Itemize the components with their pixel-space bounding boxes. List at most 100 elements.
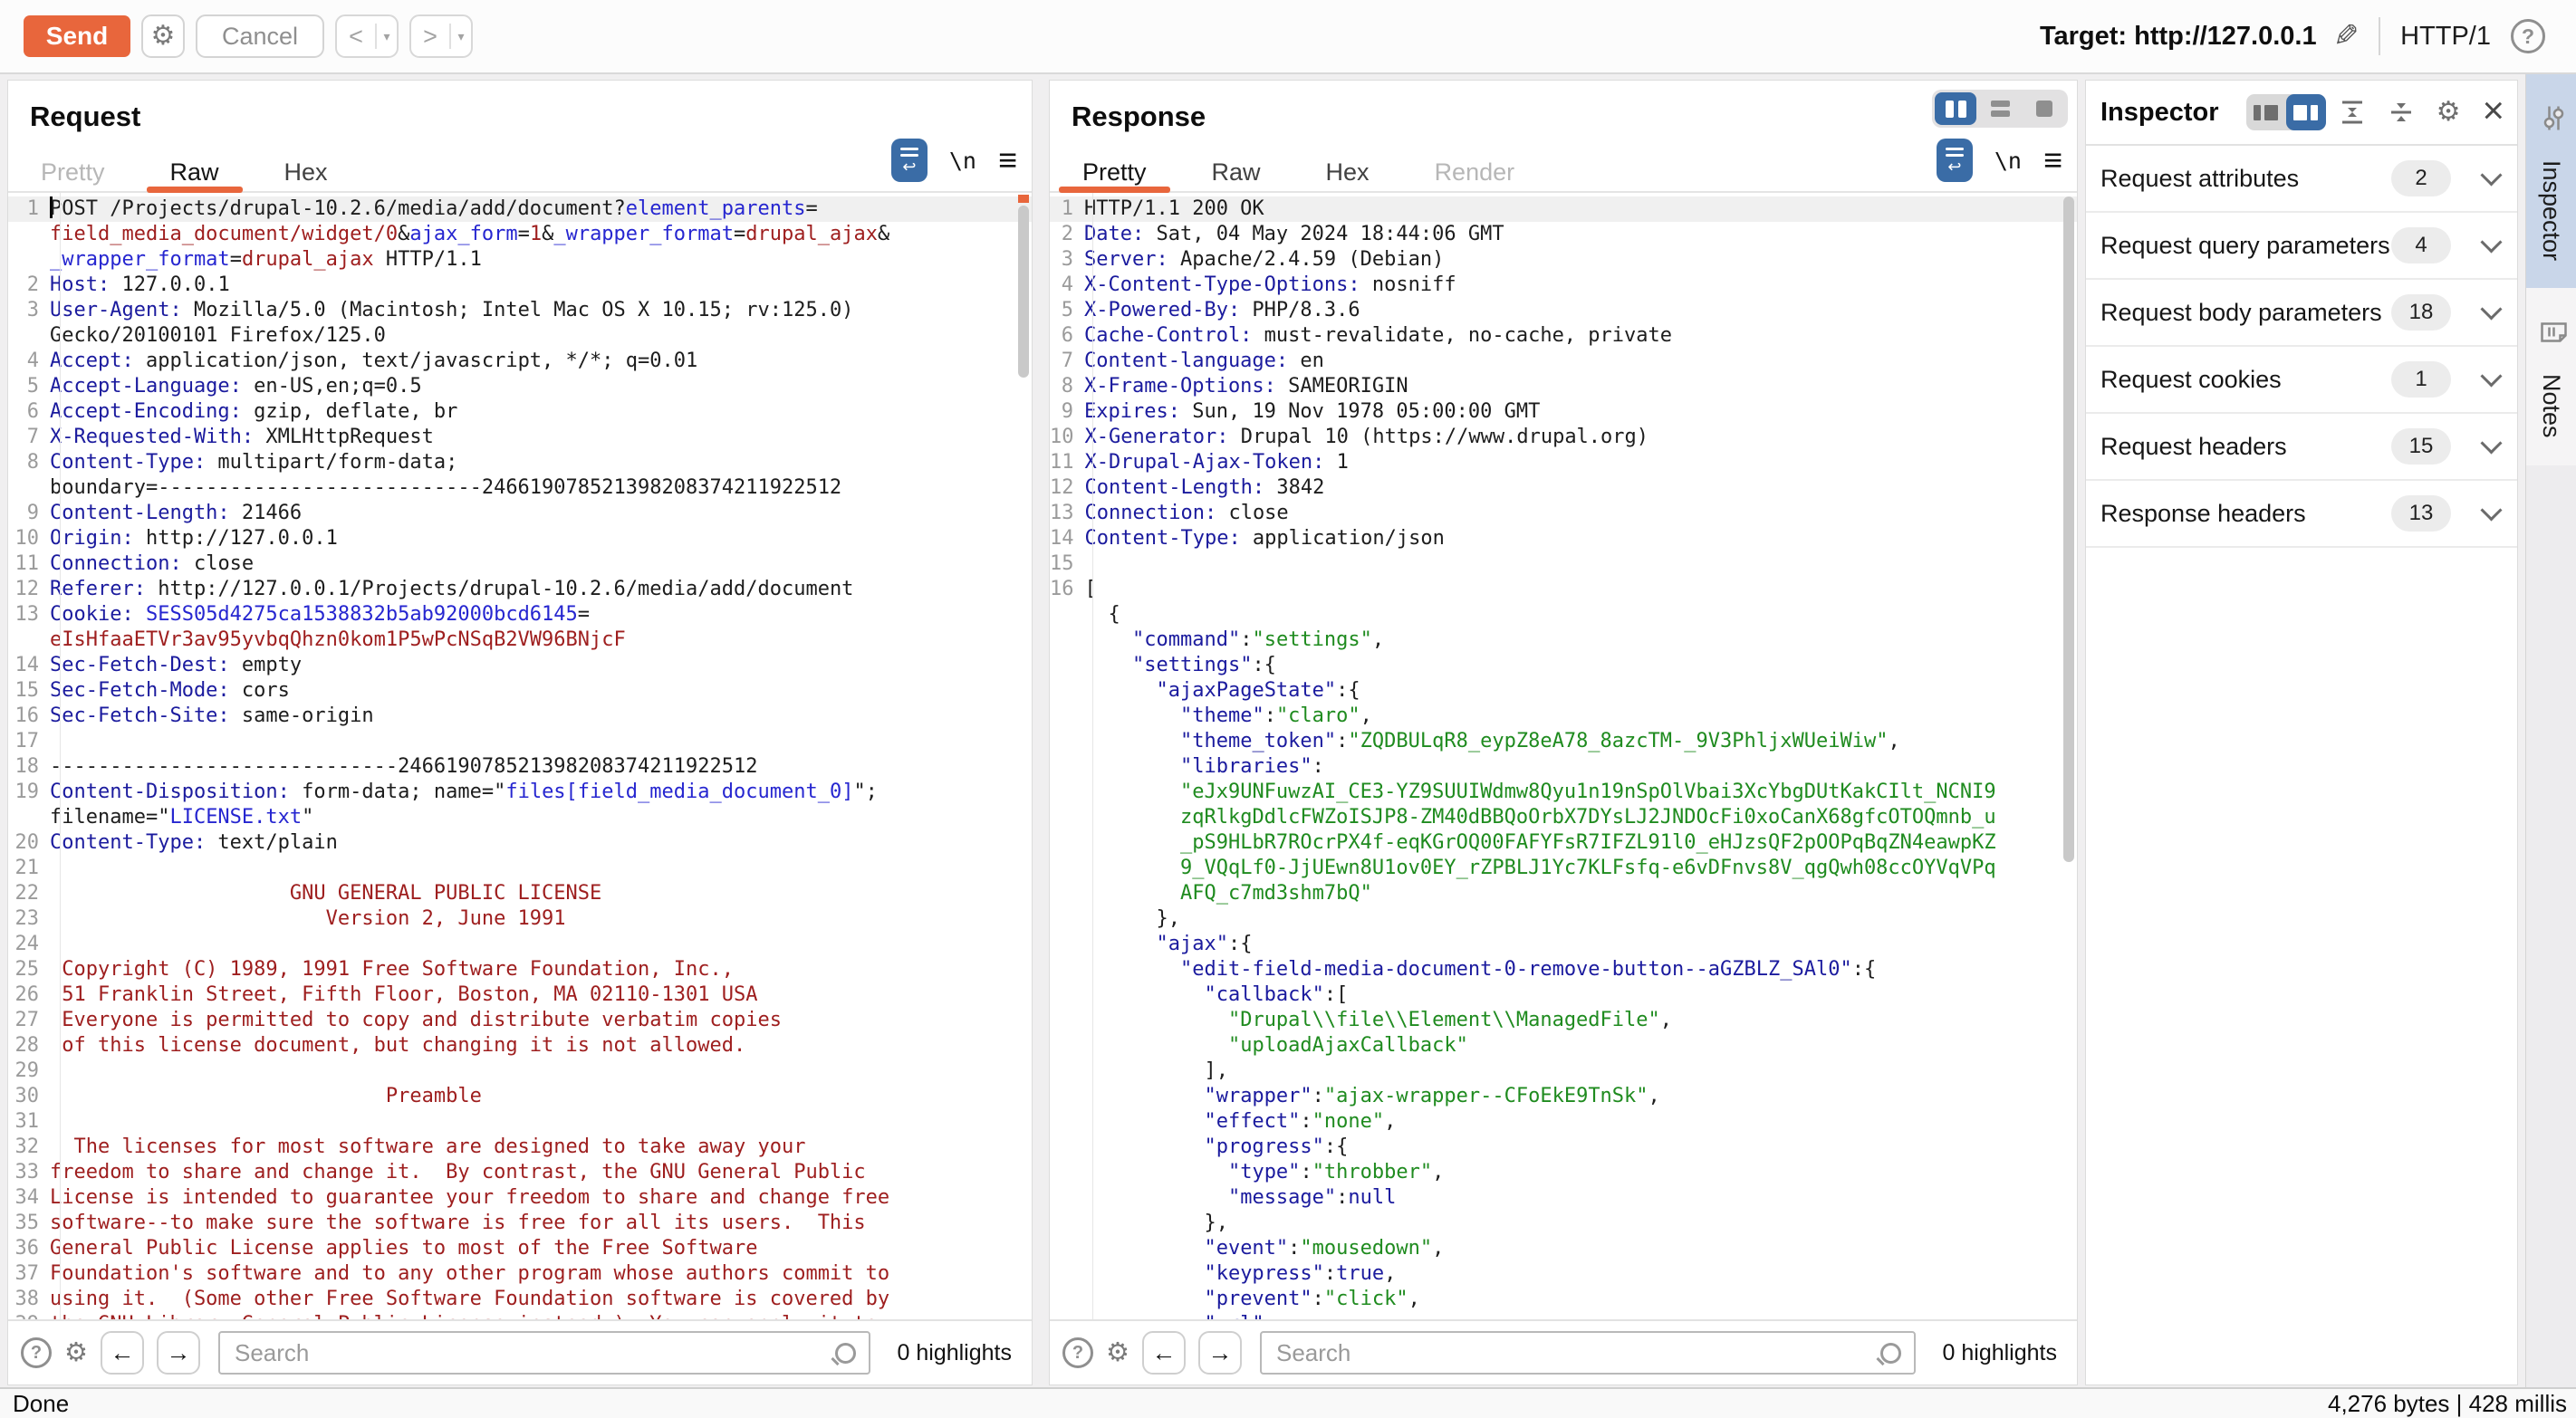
line-number: 8	[1050, 374, 1084, 399]
chevron-down-icon[interactable]	[2480, 499, 2502, 521]
close-icon[interactable]: ×	[2482, 91, 2504, 129]
editor-row: eIsHfaaETVr3av95yvbqQhzn0kom1P5wPcNSqB2V…	[8, 628, 1032, 653]
inspector-section-request-headers[interactable]: Request headers15	[2086, 414, 2517, 481]
code-text: "callback":[	[1084, 982, 1348, 1008]
response-tabs: PrettyRawHexRender	[1050, 151, 1547, 193]
gear-icon[interactable]: ⚙	[2437, 99, 2461, 126]
line-number: 33	[8, 1160, 50, 1185]
status-bar: Done 4,276 bytes | 428 millis	[0, 1387, 2576, 1418]
code-text: field_media_document/widget/0&ajax_form=…	[50, 222, 889, 247]
collapse-all-icon[interactable]	[2388, 99, 2415, 126]
top-toolbar: Send ⚙ Cancel < ▾ > ▾ Target: http://127…	[0, 0, 2576, 74]
editor-row: 39the GNU Library General Public License…	[8, 1312, 1032, 1319]
code-text: Content-language: en	[1084, 349, 1324, 374]
tab-pretty[interactable]: Pretty	[1050, 151, 1179, 193]
code-text: Copyright (C) 1989, 1991 Free Software F…	[50, 957, 734, 982]
inspector-section-request-query-parameters[interactable]: Request query parameters4	[2086, 213, 2517, 280]
scrollbar-thumb[interactable]	[2063, 196, 2074, 862]
editor-row: "theme_token":"ZQDBULqR8_eypZ8eA78_8azcT…	[1050, 729, 2077, 754]
tab-render[interactable]: Render	[1402, 151, 1548, 193]
inspector-section-request-body-parameters[interactable]: Request body parameters18	[2086, 280, 2517, 347]
search-help-icon[interactable]: ?	[1062, 1337, 1093, 1368]
chevron-down-icon[interactable]: ▾	[377, 29, 397, 44]
prev-match-button[interactable]: ←	[1142, 1331, 1186, 1375]
send-settings-button[interactable]: ⚙	[141, 14, 185, 58]
chevron-down-icon[interactable]: ▾	[451, 29, 471, 44]
chevron-down-icon[interactable]	[2480, 432, 2502, 454]
response-editor-icons: ↩ \n ≡	[1937, 139, 2062, 182]
code-text: ],	[1084, 1059, 1228, 1084]
request-editor[interactable]: 1POST /Projects/drupal-10.2.6/media/add/…	[8, 193, 1032, 1319]
code-text: Content-Type: multipart/form-data;	[50, 450, 457, 475]
editor-menu-icon[interactable]: ≡	[998, 144, 1017, 177]
inspector-section-request-cookies[interactable]: Request cookies1	[2086, 347, 2517, 414]
tab-raw[interactable]: Raw	[138, 151, 252, 193]
request-search-toolbar: ? ⚙ ← → 0 highlights	[8, 1319, 1032, 1384]
search-settings-icon[interactable]: ⚙	[1106, 1340, 1129, 1366]
editor-row: 27 Everyone is permitted to copy and dis…	[8, 1008, 1032, 1033]
code-text: eIsHfaaETVr3av95yvbqQhzn0kom1P5wPcNSqB2V…	[50, 628, 626, 653]
show-newlines-icon[interactable]: \n	[949, 148, 976, 174]
line-number	[8, 805, 50, 830]
line-number: 36	[8, 1236, 50, 1261]
send-button[interactable]: Send	[24, 15, 130, 57]
response-editor[interactable]: 1HTTP/1.1 200 OK2Date: Sat, 04 May 2024 …	[1050, 193, 2077, 1319]
tab-hex[interactable]: Hex	[252, 151, 360, 193]
editor-row: 6Accept-Encoding: gzip, deflate, br	[8, 399, 1032, 425]
editor-row: 2Date: Sat, 04 May 2024 18:44:06 GMT	[1050, 222, 2077, 247]
next-match-button[interactable]: →	[157, 1331, 200, 1375]
cancel-button[interactable]: Cancel	[196, 14, 324, 58]
search-help-icon[interactable]: ?	[21, 1337, 52, 1368]
dock-right-button[interactable]	[2286, 94, 2326, 130]
editor-row: 8X-Frame-Options: SAMEORIGIN	[1050, 374, 2077, 399]
request-scrollbar[interactable]	[1018, 195, 1029, 1317]
chevron-down-icon[interactable]	[2480, 365, 2502, 387]
side-tab-notes[interactable]: Notes	[2526, 288, 2576, 465]
response-scrollbar[interactable]	[2063, 195, 2074, 1317]
request-search-input[interactable]	[233, 1338, 826, 1368]
code-text: License is intended to guarantee your fr…	[50, 1185, 889, 1211]
side-tab-inspector[interactable]: Inspector	[2526, 74, 2576, 288]
scrollbar-thumb[interactable]	[1018, 206, 1029, 378]
next-match-button[interactable]: →	[1198, 1331, 1242, 1375]
tab-pretty[interactable]: Pretty	[8, 151, 138, 193]
editor-row: 26 51 Franklin Street, Fifth Floor, Bost…	[8, 982, 1032, 1008]
request-search-box	[218, 1331, 870, 1375]
line-number	[1050, 881, 1084, 906]
chevron-down-icon[interactable]	[2480, 164, 2502, 186]
chevron-down-icon[interactable]	[2480, 298, 2502, 320]
word-wrap-toggle-icon[interactable]: ↩	[891, 139, 928, 182]
code-text: filename="LICENSE.txt"	[50, 805, 313, 830]
word-wrap-toggle-icon[interactable]: ↩	[1937, 139, 1973, 182]
forward-request-button[interactable]: > ▾	[409, 14, 473, 58]
editor-row: "Drupal\\file\\Element\\ManagedFile",	[1050, 1008, 2077, 1033]
code-text: },	[1084, 1211, 1228, 1236]
editor-menu-icon[interactable]: ≡	[2043, 144, 2062, 177]
dock-left-button[interactable]	[2246, 94, 2286, 130]
line-number: 14	[1050, 526, 1085, 551]
editor-row: "edit-field-media-document-0-remove-butt…	[1050, 957, 2077, 982]
code-text: Sec-Fetch-Dest: empty	[50, 653, 302, 678]
show-newlines-icon[interactable]: \n	[1994, 148, 2022, 174]
edit-target-icon[interactable]: ✎	[2333, 18, 2360, 54]
editor-row: 10Origin: http://127.0.0.1	[8, 526, 1032, 551]
inspector-section-response-headers[interactable]: Response headers13	[2086, 481, 2517, 548]
layout-rows-button[interactable]	[1979, 92, 2021, 125]
response-search-input[interactable]	[1274, 1338, 1871, 1368]
chevron-down-icon[interactable]	[2480, 231, 2502, 253]
expand-all-icon[interactable]	[2339, 99, 2366, 126]
request-editor-icons: ↩ \n ≡	[891, 139, 1017, 182]
line-number: 9	[1050, 399, 1084, 425]
back-request-button[interactable]: < ▾	[335, 14, 399, 58]
layout-columns-button[interactable]	[1935, 92, 1976, 125]
help-icon[interactable]: ?	[2511, 19, 2545, 53]
editor-row: },	[1050, 1211, 2077, 1236]
tab-raw[interactable]: Raw	[1179, 151, 1293, 193]
prev-match-button[interactable]: ←	[101, 1331, 144, 1375]
line-number: 2	[8, 273, 50, 298]
layout-single-button[interactable]	[2023, 92, 2065, 125]
inspector-section-request-attributes[interactable]: Request attributes2	[2086, 146, 2517, 213]
search-settings-icon[interactable]: ⚙	[64, 1340, 88, 1366]
tab-hex[interactable]: Hex	[1293, 151, 1402, 193]
code-text: software--to make sure the software is f…	[50, 1211, 866, 1236]
